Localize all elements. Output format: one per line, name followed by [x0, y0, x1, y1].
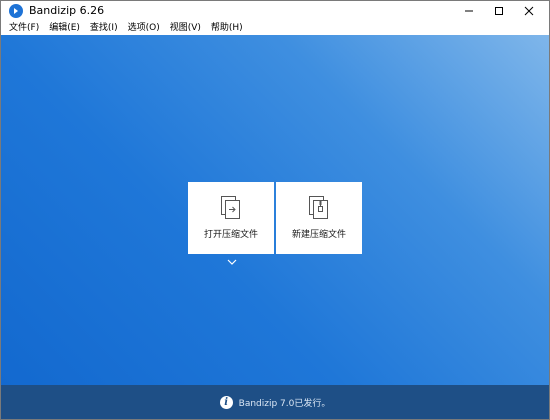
open-archive-button[interactable]: 打开压缩文件 [188, 182, 274, 254]
start-panel: 打开压缩文件 新建压缩文件 [1, 35, 549, 385]
menu-view[interactable]: 视图(V) [170, 22, 201, 34]
menu-options[interactable]: 选项(O) [128, 22, 160, 34]
app-window: Bandizip 6.26 文件(F) 编辑(E) 查找(I) 选项(O) 视图… [0, 0, 550, 420]
menu-find[interactable]: 查找(I) [90, 22, 118, 34]
open-archive-icon [221, 196, 240, 219]
window-title: Bandizip 6.26 [29, 4, 105, 17]
new-archive-label: 新建压缩文件 [291, 230, 346, 240]
title-bar[interactable]: Bandizip 6.26 [1, 1, 549, 21]
minimize-button[interactable] [453, 1, 485, 21]
close-button[interactable] [513, 1, 545, 21]
minimize-icon [465, 10, 473, 12]
open-archive-label: 打开压缩文件 [203, 230, 258, 240]
maximize-button[interactable] [483, 1, 515, 21]
new-archive-icon [309, 196, 328, 219]
info-icon: i [219, 395, 233, 409]
menu-bar: 文件(F) 编辑(E) 查找(I) 选项(O) 视图(V) 帮助(H) [1, 21, 549, 35]
menu-edit[interactable]: 编辑(E) [49, 22, 80, 34]
menu-file[interactable]: 文件(F) [9, 22, 39, 34]
new-archive-button[interactable]: 新建压缩文件 [276, 182, 362, 254]
bandizip-logo-icon [9, 4, 23, 18]
maximize-icon [495, 7, 503, 15]
update-notice-bar[interactable]: i Bandizip 7.0已发行。 [1, 385, 549, 419]
chevron-down-icon[interactable] [227, 259, 237, 265]
update-notice-text: Bandizip 7.0已发行。 [238, 398, 331, 409]
menu-help[interactable]: 帮助(H) [211, 22, 243, 34]
close-icon [524, 6, 534, 16]
